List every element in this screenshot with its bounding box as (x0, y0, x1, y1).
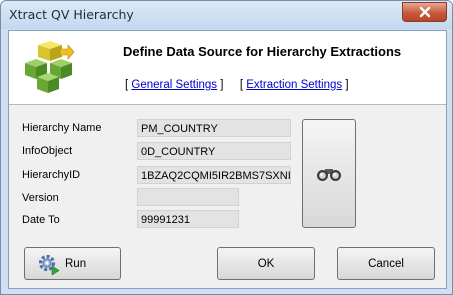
date-to-label: Date To (22, 214, 60, 226)
lookup-button[interactable] (302, 119, 356, 228)
window-title: Xtract QV Hierarchy (9, 7, 134, 22)
cubes-logo-icon (25, 41, 74, 93)
gear-run-icon (38, 254, 60, 275)
cancel-label: Cancel (368, 257, 404, 270)
version-field[interactable] (137, 188, 239, 206)
hierarchy-name-label: Hierarchy Name (22, 122, 102, 134)
close-icon (419, 6, 430, 18)
ok-button[interactable]: OK (217, 247, 315, 280)
infoobject-field[interactable]: 0D_COUNTRY (137, 142, 291, 160)
extraction-settings-link[interactable]: Extraction Settings (246, 79, 342, 91)
run-button[interactable]: Run (24, 247, 121, 280)
settings-links: [ General Settings ] [ Extraction Settin… (125, 79, 349, 91)
ok-label: OK (257, 257, 275, 270)
page-title: Define Data Source for Hierarchy Extract… (123, 44, 402, 59)
infoobject-label: InfoObject (22, 145, 73, 157)
general-settings-link[interactable]: General Settings (131, 79, 217, 91)
cancel-button[interactable]: Cancel (337, 247, 435, 280)
hierarchy-name-field[interactable]: PM_COUNTRY (137, 119, 291, 137)
title-bar[interactable]: Xtract QV Hierarchy (1, 1, 452, 29)
date-to-field[interactable]: 99991231 (137, 210, 239, 228)
hierarchy-id-label: HierarchyID (22, 169, 81, 181)
hierarchy-id-field[interactable]: 1BZAQ2CQMI5IR2BMS7SXNIG (137, 166, 291, 184)
binoculars-icon (317, 168, 341, 181)
header-panel: Define Data Source for Hierarchy Extract… (9, 31, 446, 105)
version-label: Version (22, 192, 59, 204)
run-label: Run (65, 257, 87, 270)
close-button[interactable] (402, 2, 447, 22)
dialog-window: Xtract QV Hierarchy Define Data Source f… (0, 0, 453, 295)
dialog-content: Define Data Source for Hierarchy Extract… (8, 30, 447, 289)
